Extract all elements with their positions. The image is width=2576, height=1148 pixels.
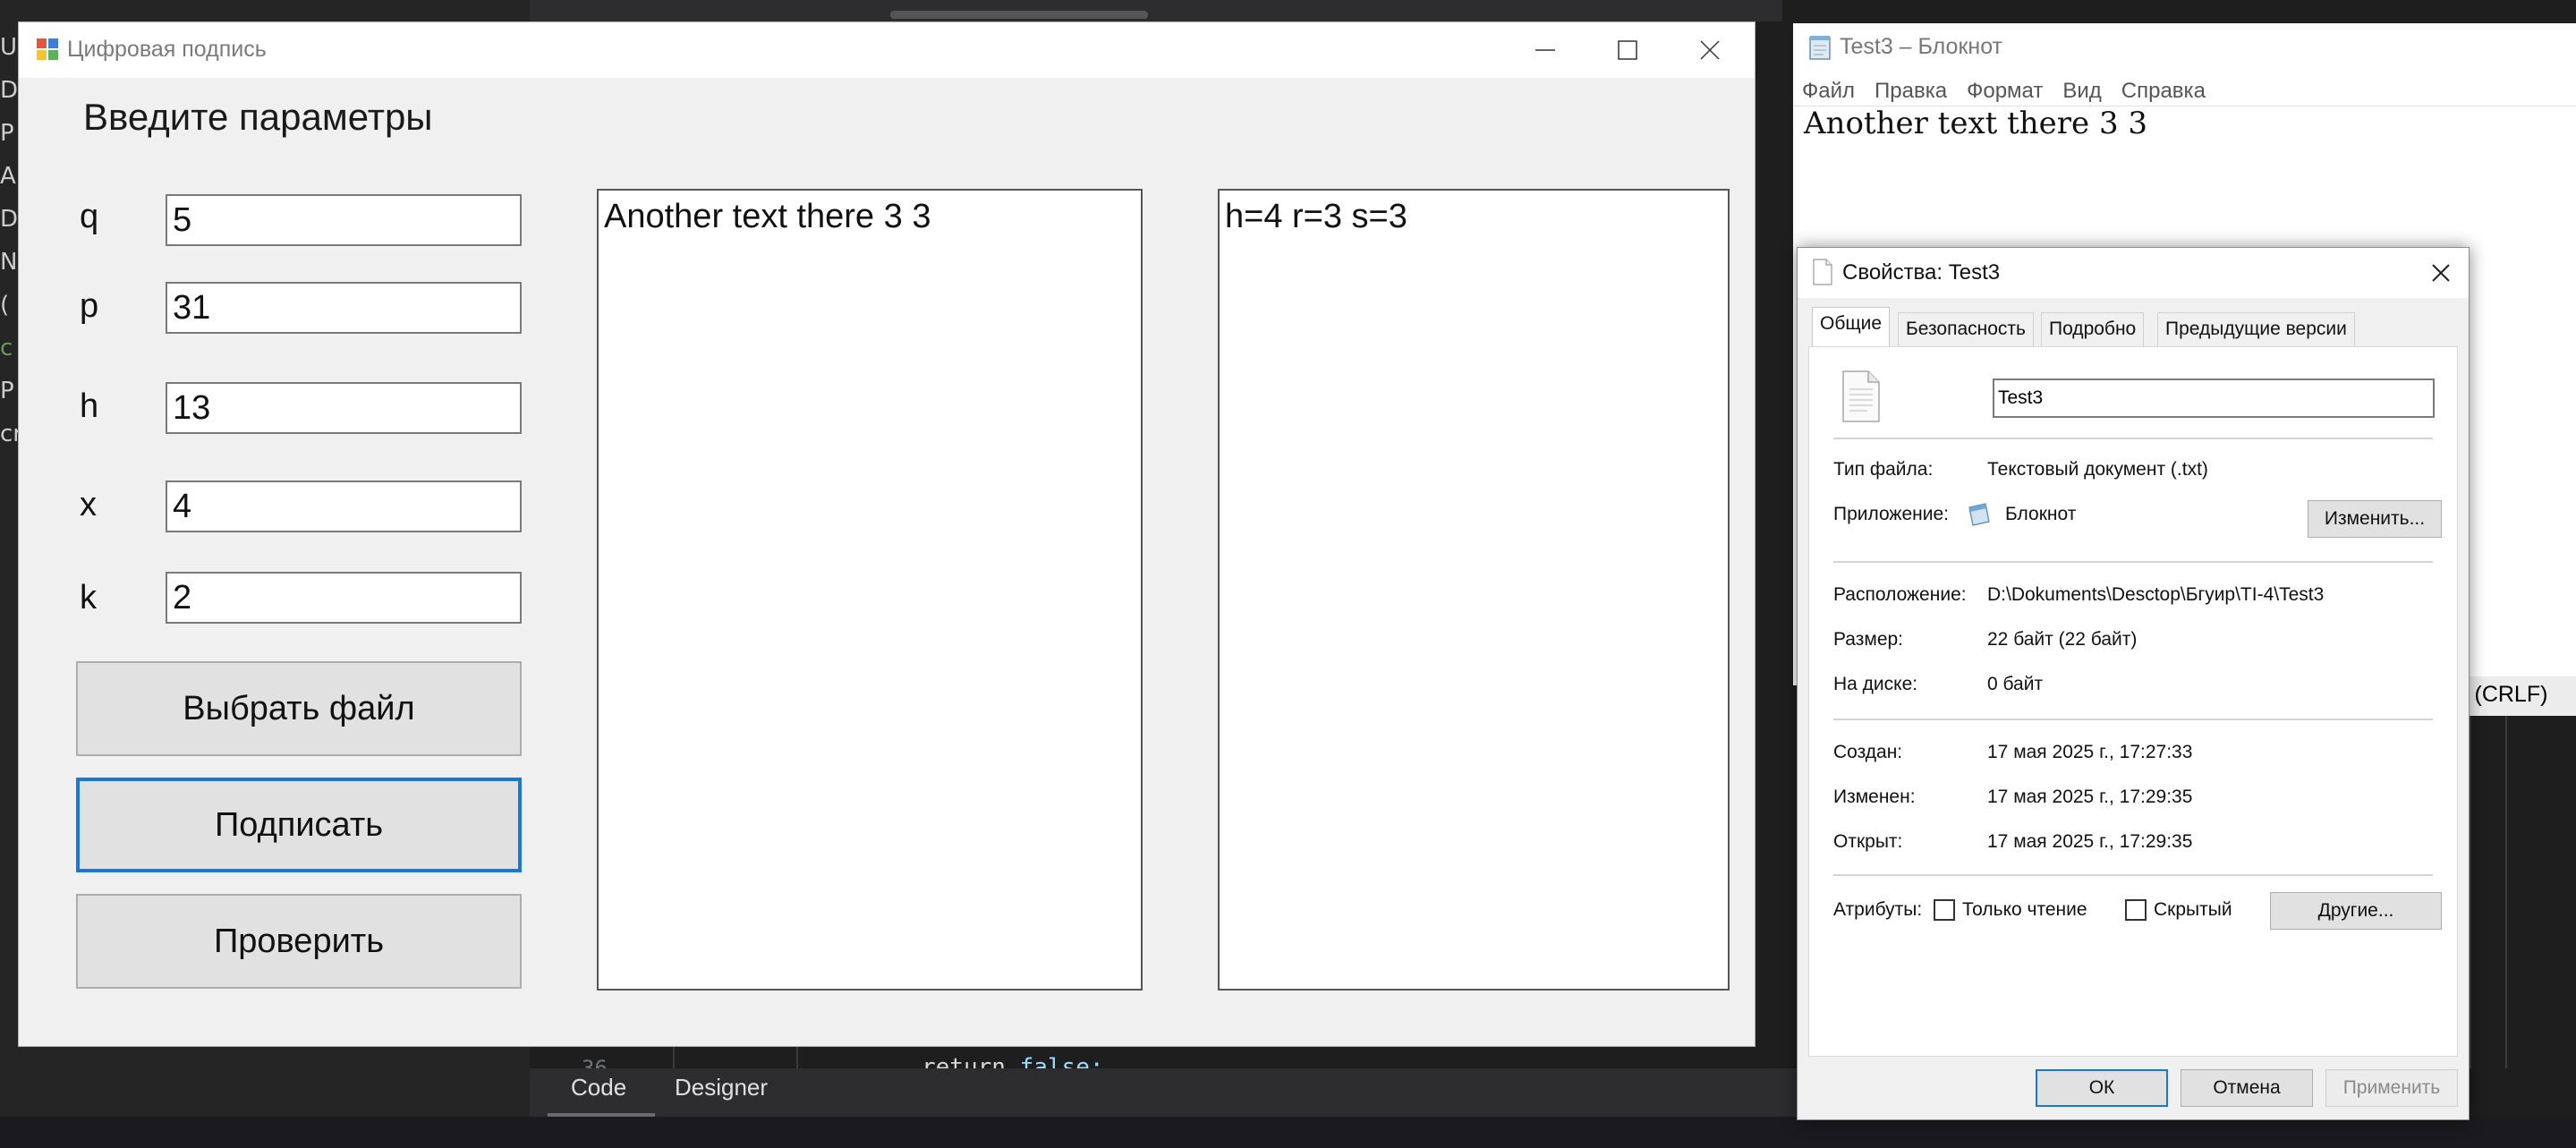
ide-right-pane bbox=[2470, 698, 2576, 1068]
apply-button[interactable]: Применить bbox=[2325, 1069, 2458, 1107]
digital-signature-window: Цифровая подпись Введите параметры q p h… bbox=[18, 21, 1756, 1047]
minimize-button[interactable] bbox=[1504, 22, 1586, 78]
side-item[interactable]: D bbox=[0, 77, 18, 104]
sign-button[interactable]: Подписать bbox=[76, 778, 522, 872]
file-name-field[interactable] bbox=[1993, 378, 2435, 418]
app-icon bbox=[37, 38, 58, 60]
dialog-titlebar: Свойства: Test3 bbox=[1798, 248, 2469, 298]
file-type-label: Тип файла: bbox=[1833, 459, 1934, 480]
param-input-x[interactable] bbox=[166, 480, 522, 532]
tab-previous-versions[interactable]: Предыдущие версии bbox=[2157, 312, 2355, 346]
dialog-close-button[interactable] bbox=[2419, 255, 2463, 291]
param-label-q: q bbox=[80, 198, 99, 235]
divider bbox=[1833, 561, 2433, 563]
tab-designer[interactable]: Designer bbox=[675, 1074, 768, 1101]
location-value: D:\Dokuments\Desctop\Бгуир\TI-4\Test3 bbox=[1987, 584, 2325, 605]
side-item[interactable]: N bbox=[0, 249, 17, 276]
signature-textbox[interactable]: h=4 r=3 s=3 bbox=[1218, 189, 1730, 991]
properties-dialog: Свойства: Test3 Общие Безопасность Подро… bbox=[1797, 247, 2470, 1120]
window-titlebar: Цифровая подпись bbox=[19, 22, 1755, 78]
side-item[interactable]: P bbox=[0, 120, 14, 147]
param-label-k: k bbox=[80, 579, 97, 617]
readonly-label: Только чтение bbox=[1962, 899, 2087, 920]
minimize-icon bbox=[1535, 49, 1555, 51]
created-label: Создан: bbox=[1833, 742, 1903, 762]
param-label-p: p bbox=[80, 287, 99, 325]
ok-button[interactable]: ОК bbox=[2036, 1069, 2168, 1107]
menu-help[interactable]: Справка bbox=[2113, 73, 2216, 109]
menu-view[interactable]: Вид bbox=[2053, 73, 2112, 109]
readonly-checkbox[interactable] bbox=[1934, 899, 1955, 921]
divider bbox=[1833, 874, 2433, 876]
tab-security[interactable]: Безопасность bbox=[1898, 312, 2034, 346]
form-heading: Введите параметры bbox=[83, 96, 433, 138]
notepad-icon bbox=[1809, 36, 1831, 60]
notepad-title: Test3 – Блокнот bbox=[1840, 34, 2002, 59]
general-tab-panel bbox=[1808, 346, 2458, 1057]
notepad-menubar: Файл Правка Формат Вид Справка bbox=[1793, 73, 2576, 109]
choose-file-button[interactable]: Выбрать файл bbox=[76, 661, 522, 756]
hidden-label: Скрытый bbox=[2154, 899, 2232, 920]
document-icon bbox=[1842, 370, 1880, 422]
notepad-titlebar: Test3 – Блокнот bbox=[1793, 23, 2576, 73]
file-type-value: Текстовый документ (.txt) bbox=[1987, 459, 2208, 480]
param-input-q[interactable] bbox=[166, 194, 522, 246]
file-icon bbox=[1813, 259, 1832, 285]
close-icon bbox=[2432, 264, 2450, 282]
opened-label: Открыт: bbox=[1833, 831, 1903, 852]
ide-divider bbox=[2505, 716, 2507, 1068]
side-item[interactable]: A bbox=[0, 163, 16, 190]
divider bbox=[1833, 438, 2433, 439]
hidden-checkbox[interactable] bbox=[2125, 899, 2147, 921]
location-label: Расположение: bbox=[1833, 584, 1967, 605]
message-textbox[interactable]: Another text there 3 3 bbox=[597, 189, 1143, 991]
maximize-button[interactable] bbox=[1586, 22, 1669, 78]
side-item[interactable]: c bbox=[0, 335, 13, 361]
modified-label: Изменен: bbox=[1833, 787, 1916, 807]
dialog-title: Свойства: Test3 bbox=[1842, 260, 2001, 285]
tab-general[interactable]: Общие bbox=[1812, 307, 1891, 348]
side-item[interactable]: P bbox=[0, 378, 14, 404]
notepad-app-icon bbox=[1968, 503, 1990, 526]
created-value: 17 мая 2025 г., 17:27:33 bbox=[1987, 742, 2193, 762]
attributes-label: Атрибуты: bbox=[1833, 899, 1923, 920]
disk-size-value: 0 байт bbox=[1987, 674, 2044, 694]
modified-value: 17 мая 2025 г., 17:29:35 bbox=[1987, 787, 2193, 807]
maximize-icon bbox=[1618, 40, 1637, 60]
param-input-p[interactable] bbox=[166, 282, 522, 334]
param-label-h: h bbox=[80, 387, 99, 425]
app-label: Приложение: bbox=[1833, 504, 1950, 524]
ide-top-bar bbox=[530, 0, 1782, 21]
divider bbox=[1833, 719, 2433, 720]
opened-value: 17 мая 2025 г., 17:29:35 bbox=[1987, 831, 2193, 852]
tab-code[interactable]: Code bbox=[571, 1074, 626, 1101]
other-attributes-button[interactable]: Другие... bbox=[2270, 892, 2442, 930]
size-label: Размер: bbox=[1833, 629, 1904, 650]
side-item[interactable]: D bbox=[0, 206, 18, 233]
close-button[interactable] bbox=[1669, 22, 1751, 78]
ide-horizontal-scrollbar[interactable] bbox=[890, 11, 1148, 19]
side-item[interactable]: ( bbox=[0, 292, 9, 319]
menu-format[interactable]: Формат bbox=[1958, 73, 2053, 109]
change-app-button[interactable]: Изменить... bbox=[2308, 500, 2442, 538]
notepad-text-area[interactable]: Another text there 3 3 bbox=[1804, 106, 2147, 141]
disk-size-label: На диске: bbox=[1833, 674, 1918, 694]
menu-file[interactable]: Файл bbox=[1793, 73, 1866, 109]
size-value: 22 байт (22 байт) bbox=[1987, 629, 2138, 650]
window-title: Цифровая подпись bbox=[67, 37, 267, 62]
verify-button[interactable]: Проверить bbox=[76, 894, 522, 989]
menu-edit[interactable]: Правка bbox=[1866, 73, 1958, 109]
tab-details[interactable]: Подробно bbox=[2041, 312, 2145, 346]
app-value: Блокнот bbox=[2005, 504, 2077, 524]
param-input-h[interactable] bbox=[166, 382, 522, 434]
param-input-k[interactable] bbox=[166, 572, 522, 624]
ide-status-bar bbox=[0, 1117, 2576, 1148]
close-icon bbox=[1700, 40, 1720, 60]
param-label-x: x bbox=[80, 486, 97, 523]
cancel-button[interactable]: Отмена bbox=[2181, 1069, 2313, 1107]
